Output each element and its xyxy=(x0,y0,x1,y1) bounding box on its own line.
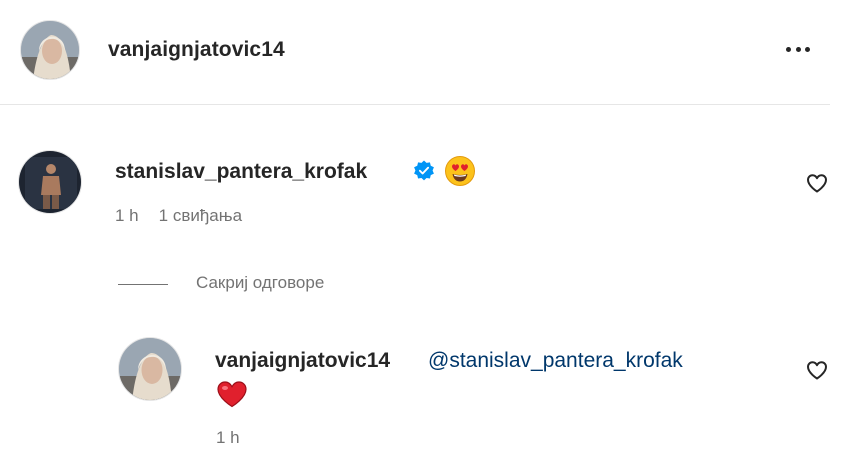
verified-badge-icon xyxy=(414,160,434,181)
commenter-avatar[interactable] xyxy=(18,150,82,214)
commenter-username[interactable]: stanislav_pantera_krofak xyxy=(115,160,367,184)
comment-time[interactable]: 1 h xyxy=(115,206,139,225)
comment-like-heart-icon[interactable] xyxy=(805,171,829,195)
reply-time[interactable]: 1 h xyxy=(216,428,240,448)
comment-likes-count[interactable]: 1 свиђања xyxy=(159,206,242,225)
author-username[interactable]: vanjaignjatovic14 xyxy=(108,38,285,62)
dot xyxy=(786,46,792,52)
replies-divider-line xyxy=(118,284,168,285)
reply-author-avatar[interactable] xyxy=(118,337,182,401)
reply-mention-link[interactable]: @stanislav_pantera_krofak xyxy=(428,349,683,373)
reply-author-username[interactable]: vanjaignjatovic14 xyxy=(215,349,390,373)
hide-replies-button[interactable]: Сакриј одговоре xyxy=(196,273,324,293)
author-avatar[interactable] xyxy=(20,20,80,80)
heart-eyes-emoji-icon xyxy=(445,156,475,186)
dot xyxy=(804,46,810,52)
comment-meta: 1 h 1 свиђања xyxy=(115,206,242,226)
more-options-icon[interactable] xyxy=(778,36,818,62)
reply-like-heart-icon[interactable] xyxy=(805,358,829,382)
dot xyxy=(795,46,801,52)
red-heart-emoji-icon xyxy=(217,381,247,408)
header-divider xyxy=(0,104,830,105)
